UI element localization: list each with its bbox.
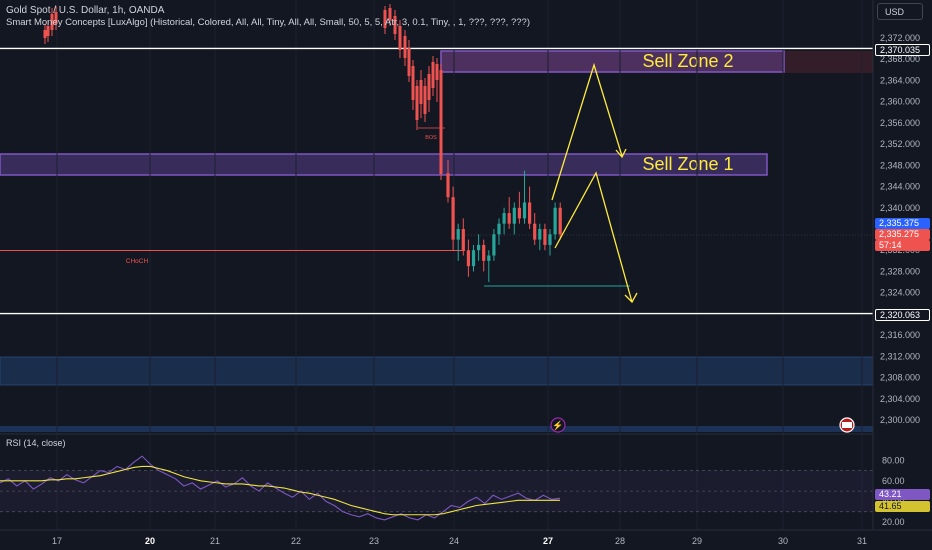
pre-candle-body-17 [439, 70, 443, 174]
price-tick-18: 2,372.000 [880, 33, 920, 43]
price-tick-6: 2,324.000 [880, 288, 920, 298]
price-tick-3: 2,312.000 [880, 351, 920, 361]
candle-body-11 [502, 213, 506, 224]
rsi-layer [0, 433, 932, 521]
candle-body-1 [451, 197, 455, 240]
price-tick-13: 2,352.000 [880, 139, 920, 149]
indicator-title: Smart Money Concepts [LuxAlgo] (Historic… [6, 17, 530, 28]
candles-layer [43, 4, 562, 283]
pre-candle-body-12 [419, 80, 423, 104]
candle-body-9 [492, 234, 496, 256]
candle-body-12 [507, 213, 511, 224]
currency-button[interactable]: USD [877, 3, 923, 20]
candle-body-13 [512, 207, 516, 224]
pre-candle-body-13 [423, 86, 427, 114]
candle-body-21 [553, 207, 557, 235]
time-tick-10: 31 [857, 536, 867, 546]
candle-body-6 [477, 244, 481, 251]
zones-layer: Sell Zone 2 Sell Zone 1 [0, 50, 874, 432]
sell-zone-1-label: Sell Zone 1 [642, 154, 733, 174]
time-tick-1: 20 [145, 536, 155, 546]
rsi-value-label: 43.21 [875, 489, 930, 500]
rsi-band [0, 470, 873, 512]
candle-body-5 [471, 250, 476, 267]
pre-candle-body-15 [431, 62, 435, 88]
time-tick-5: 24 [449, 536, 459, 546]
candle-body-14 [517, 207, 521, 219]
candle-body-17 [533, 223, 537, 240]
candle-body-0 [446, 173, 450, 198]
sell-zone-2-label: Sell Zone 2 [642, 51, 733, 71]
candle-body-8 [487, 255, 491, 261]
candle-body-16 [528, 202, 532, 224]
candle-body-19 [543, 229, 547, 245]
countdown-label: 57:14 [875, 240, 930, 251]
rsi-tick-0: 20.00 [882, 517, 905, 527]
price-tick-2: 2,308.000 [880, 373, 920, 383]
time-tick-6: 27 [543, 536, 553, 546]
lightning-glyph: ⚡ [552, 420, 563, 432]
current-price-label: 2,335.275 [875, 229, 930, 240]
time-tick-0: 17 [52, 536, 62, 546]
price-tick-4: 2,316.000 [880, 330, 920, 340]
choch-label: CHoCH [126, 258, 149, 265]
time-tick-7: 28 [615, 536, 625, 546]
projection-arrow-upper [551, 62, 623, 201]
candle-body-15 [522, 202, 527, 219]
symbol-title: Gold Spot / U.S. Dollar, 1h, OANDA [6, 5, 165, 16]
rsi-tick-3: 80.00 [882, 455, 905, 465]
candle-body-20 [548, 234, 552, 245]
time-tick-3: 22 [291, 536, 301, 546]
pre-candle-body-11 [415, 86, 419, 120]
price-tick-11: 2,344.000 [880, 182, 920, 192]
time-tick-4: 23 [369, 536, 379, 546]
grid-layer [56, 0, 863, 530]
price-tick-16: 2,364.000 [880, 75, 920, 85]
candle-body-18 [538, 229, 542, 240]
time-tick-8: 29 [692, 536, 702, 546]
last-price-label: 2,335.375 [875, 218, 930, 229]
chart-stage[interactable]: Sell Zone 2 Sell Zone 1 CHoCH BOS ⚡ 2,300.… [0, 0, 932, 550]
price-tick-15: 2,360.000 [880, 97, 920, 107]
pre-candle-body-0 [43, 30, 47, 38]
price-tick-10: 2,340.000 [880, 203, 920, 213]
lower-zone-strip [0, 426, 873, 432]
time-axis[interactable]: 17 20 21 22 23 24 27 28 29 30 31 [0, 529, 932, 550]
price-tick-14: 2,356.000 [880, 118, 920, 128]
candle-body-4 [466, 250, 470, 267]
resistance-label: 2,370.035 [875, 44, 930, 56]
pre-candle-body-8 [403, 36, 407, 58]
candle-body-2 [456, 229, 460, 240]
time-tick-9: 30 [778, 536, 788, 546]
demand-zone-box [0, 356, 874, 386]
candle-body-3 [461, 229, 465, 251]
candle-body-7 [482, 244, 486, 261]
price-tick-12: 2,348.000 [880, 160, 920, 170]
pre-candle-body-14 [427, 74, 431, 100]
price-tick-0: 2,300.000 [880, 415, 920, 425]
pre-candle-body-7 [398, 26, 402, 50]
time-axis-bg [0, 530, 932, 550]
price-tick-7: 2,328.000 [880, 266, 920, 276]
pre-candle-body-9 [407, 48, 411, 76]
bos-label: BOS [425, 135, 437, 141]
price-tick-1: 2,304.000 [880, 394, 920, 404]
support-label: 2,320.063 [875, 309, 930, 321]
price-axis[interactable]: 2,300.000 2,304.000 2,308.000 2,312.000 2,31… [872, 0, 932, 530]
pre-candle-body-10 [411, 66, 415, 100]
rsi-title: RSI (14, close) [6, 438, 66, 448]
rsi-tick-2: 60.00 [882, 476, 905, 486]
rsi-ma-label: 41.65 [875, 501, 930, 512]
time-tick-2: 21 [210, 536, 220, 546]
candle-body-10 [497, 223, 501, 235]
candle-body-22 [558, 207, 562, 235]
flag-stripe [842, 422, 852, 428]
pre-candle-body-16 [435, 64, 439, 80]
